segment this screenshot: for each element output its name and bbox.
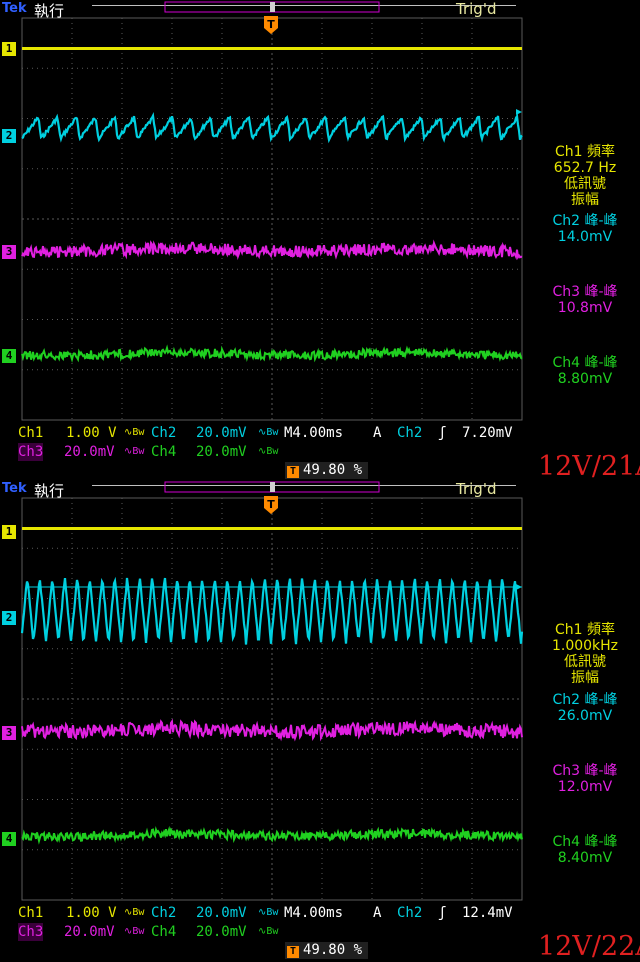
measurement-ch3-pk-pk: Ch3 峰-峰 10.8mV (552, 284, 618, 316)
ch1-bandwidth-icon: ∿Bw (124, 427, 145, 438)
scope-panel-1: T Tek 執行 Trig'd 1 2 3 4 Ch1 頻率 652.7 Hz 低訊… (0, 0, 640, 482)
ch2-scale: 20.0mV (196, 905, 247, 921)
trigger-position[interactable]: T 49.80 % (285, 462, 369, 479)
run-state[interactable]: 執行 (34, 480, 64, 501)
ch2-bandwidth-icon: ∿Bw (258, 427, 279, 438)
measurement-ch1-frequency: Ch1 頻率 652.7 Hz 低訊號 振幅 (553, 144, 617, 208)
ch1-label[interactable]: Ch1 (18, 424, 43, 442)
ch4-bandwidth-icon: ∿Bw (258, 446, 279, 457)
measurement-ch3-pk-pk: Ch3 峰-峰 12.0mV (552, 763, 618, 795)
ch1-trace (22, 527, 522, 530)
ch2-marker[interactable]: 2 (2, 611, 16, 625)
ch1-marker[interactable]: 1 (2, 42, 16, 56)
trigger-level[interactable]: 7.20mV (462, 424, 513, 442)
run-state[interactable]: 執行 (34, 0, 64, 21)
ch1-marker[interactable]: 1 (2, 525, 16, 539)
top-bar: Tek 執行 Trig'd (0, 0, 640, 20)
ch3-marker[interactable]: 3 (2, 726, 16, 740)
trigger-position-icon: T (287, 946, 299, 958)
trigger-position-icon: T (287, 466, 299, 478)
ch2-marker[interactable]: 2 (2, 129, 16, 143)
measurement-ch1-frequency: Ch1 頻率 1.000kHz 低訊號 振幅 (551, 622, 619, 686)
measurement-ch4-pk-pk: Ch4 峰-峰 8.80mV (552, 355, 618, 387)
ch3-marker[interactable]: 3 (2, 245, 16, 259)
ch1-trace (22, 47, 522, 50)
ch1-bandwidth-icon: ∿Bw (124, 907, 145, 918)
ch3-scale: 20.0mV (64, 444, 115, 460)
measurement-ch2-pk-pk: Ch2 峰-峰 26.0mV (552, 692, 618, 724)
ch4-scale: 20.0mV (196, 924, 247, 940)
ch3-scale: 20.0mV (64, 924, 115, 940)
ch3-bandwidth-icon: ∿Bw (124, 926, 145, 937)
scope-panel-2: T Tek 執行 Trig'd 1 2 3 4 Ch1 頻率 1.000kHz 低訊… (0, 480, 640, 962)
trigger-status: Trig'd (456, 0, 497, 18)
measurement-ch4-pk-pk: Ch4 峰-峰 8.40mV (552, 834, 618, 866)
ch4-bandwidth-icon: ∿Bw (258, 926, 279, 937)
ch1-scale: 1.00 V (66, 905, 117, 921)
ch4-marker[interactable]: 4 (2, 349, 16, 363)
ch3-label[interactable]: Ch3 (18, 923, 44, 941)
top-bar: Tek 執行 Trig'd (0, 480, 640, 500)
trigger-slope-icon: ʃ (438, 905, 447, 921)
trigger-level[interactable]: 12.4mV (462, 904, 513, 922)
ch2-label[interactable]: Ch2 (151, 424, 176, 442)
brand-logo: Tek (2, 481, 27, 496)
measurement-ch2-pk-pk: Ch2 峰-峰 14.0mV (552, 213, 618, 245)
ch1-scale: 1.00 V (66, 425, 117, 441)
ch2-scale: 20.0mV (196, 425, 247, 441)
ch2-bandwidth-icon: ∿Bw (258, 907, 279, 918)
trigger-source[interactable]: Ch2 (397, 904, 422, 922)
timebase[interactable]: M4.00ms (284, 904, 343, 922)
trigger-position[interactable]: T 49.80 % (285, 942, 369, 959)
ch2-label[interactable]: Ch2 (151, 904, 176, 922)
timebase[interactable]: M4.00ms (284, 424, 343, 442)
ch4-marker[interactable]: 4 (2, 832, 16, 846)
ch3-label[interactable]: Ch3 (18, 443, 44, 461)
load-caption: 12V/22A (538, 931, 640, 962)
ch4-scale: 20.0mV (196, 444, 247, 460)
trigger-mode: A (373, 905, 382, 921)
ch1-label[interactable]: Ch1 (18, 904, 43, 922)
ch4-label[interactable]: Ch4 (151, 923, 176, 941)
load-caption: 12V/21A (538, 451, 640, 482)
trigger-slope-icon: ʃ (438, 425, 447, 441)
ch4-label[interactable]: Ch4 (151, 443, 176, 461)
ch3-bandwidth-icon: ∿Bw (124, 446, 145, 457)
trigger-mode: A (373, 425, 382, 441)
trigger-status: Trig'd (456, 480, 497, 498)
brand-logo: Tek (2, 1, 27, 16)
trigger-source[interactable]: Ch2 (397, 424, 422, 442)
